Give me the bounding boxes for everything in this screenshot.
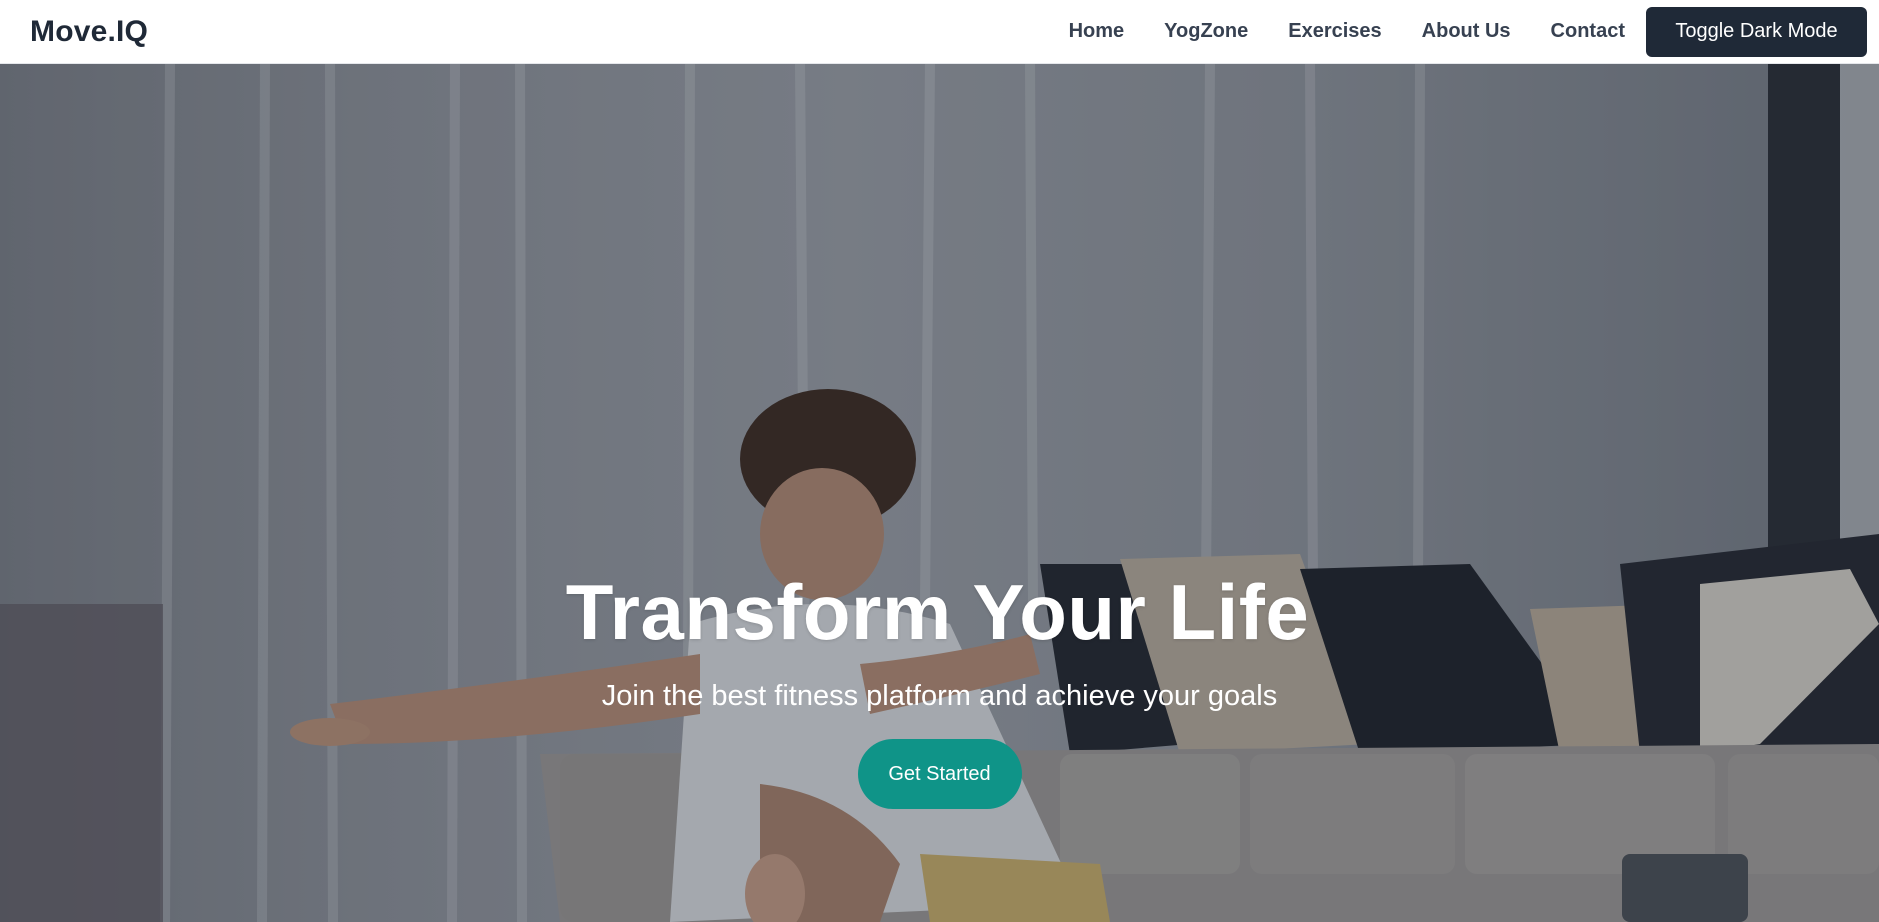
get-started-button[interactable]: Get Started (857, 739, 1022, 809)
nav-link-contact[interactable]: Contact (1551, 20, 1625, 43)
nav-link-home[interactable]: Home (1069, 20, 1125, 43)
nav-link-exercises[interactable]: Exercises (1288, 20, 1381, 43)
nav-link-about-us[interactable]: About Us (1422, 20, 1511, 43)
hero-content: Transform Your Life Join the best fitnes… (0, 64, 1879, 922)
main-nav: Home YogZone Exercises About Us Contact … (1069, 6, 1867, 57)
hero-subtitle: Join the best fitness platform and achie… (601, 680, 1278, 712)
toggle-dark-mode-button[interactable]: Toggle Dark Mode (1646, 6, 1867, 57)
nav-link-yogzone[interactable]: YogZone (1164, 20, 1248, 43)
hero-title: Transform Your Life (565, 568, 1310, 656)
brand-logo[interactable]: Move.IQ (30, 15, 148, 49)
top-navbar: Move.IQ Home YogZone Exercises About Us … (0, 0, 1879, 64)
hero-section: Transform Your Life Join the best fitnes… (0, 64, 1879, 922)
